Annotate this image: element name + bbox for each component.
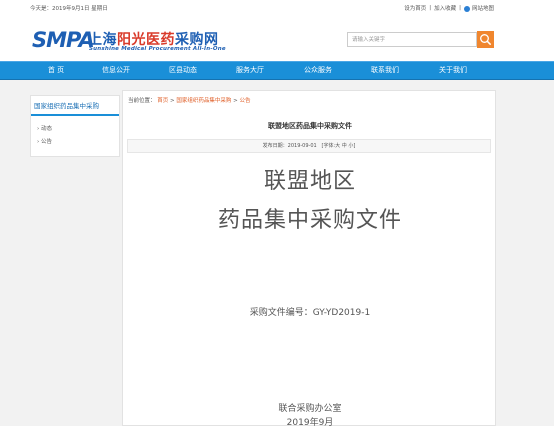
today-date: 今天是：2019年9月1日 星期日 — [30, 6, 108, 12]
add-favorite-link[interactable]: 加入收藏 — [434, 4, 456, 12]
breadcrumb-current[interactable]: 公告 — [240, 98, 251, 104]
sidebar: 国家组织药品集中采购 › 动态 › 公告 — [30, 95, 120, 157]
font-large-button[interactable]: 大 — [335, 143, 340, 149]
sidebar-item-label: 动态 — [40, 126, 52, 132]
document-number: 采购文件编号：GY-YD2019-1 — [249, 308, 371, 318]
document-heading-line1: 联盟地区 — [263, 169, 356, 194]
search-input[interactable]: 请输入关键字 — [347, 32, 477, 47]
nav-item-service-hall[interactable]: 服务大厅 — [220, 62, 280, 79]
breadcrumb-prefix: 当前位置： — [128, 98, 156, 104]
publish-date: 发布日期：2019-09-01 — [262, 143, 317, 149]
site-header: SMPA 上海阳光医药采购网 Sunshine Medical Procurem… — [0, 22, 554, 60]
nav-item-contact[interactable]: 联系我们 — [355, 62, 415, 79]
nav-item-home[interactable]: 首 页 — [26, 62, 86, 79]
separator: | — [429, 5, 432, 11]
sidebar-item-label: 公告 — [40, 139, 52, 145]
breadcrumb-sep: > — [170, 98, 175, 104]
nav-item-district-news[interactable]: 区县动态 — [153, 62, 213, 79]
globe-icon — [463, 5, 470, 12]
sidebar-item-announcement[interactable]: › 公告 — [37, 137, 52, 145]
sidebar-title: 国家组织药品集中采购 — [31, 96, 119, 116]
article-panel: 当前位置： 首页 > 国家组织药品集中采购 > 公告 联盟地区药品集中采购文件 … — [122, 90, 496, 428]
sidebar-item-news[interactable]: › 动态 — [37, 124, 52, 132]
search-icon — [480, 34, 491, 45]
font-medium-button[interactable]: 中 — [342, 143, 347, 149]
font-size-close: ] — [353, 143, 356, 149]
breadcrumb: 当前位置： 首页 > 国家组织药品集中采购 > 公告 — [128, 96, 251, 104]
top-info-bar: 今天是：2019年9月1日 星期日 设为首页 | 加入收藏 | 网站地图 — [0, 0, 554, 14]
nav-item-public-service[interactable]: 公众服务 — [288, 62, 348, 79]
top-links: 设为首页 | 加入收藏 | 网站地图 — [404, 4, 494, 12]
logo-english-subtitle: Sunshine Medical Procurement All-In-One — [89, 46, 226, 52]
sitemap-label: 网站地图 — [471, 6, 494, 12]
document-heading-line2: 药品集中采购文件 — [217, 208, 402, 233]
document-date: 2019年9月 — [286, 418, 334, 428]
separator: | — [459, 5, 461, 11]
nav-item-info-public[interactable]: 信息公开 — [86, 62, 146, 79]
search-button[interactable] — [477, 31, 494, 48]
issuing-office: 联合采购办公室 — [278, 404, 342, 414]
set-home-link[interactable]: 设为首页 — [404, 4, 426, 12]
logo-smpa[interactable]: SMPA — [32, 28, 95, 52]
breadcrumb-sep: > — [233, 98, 238, 104]
nav-item-about[interactable]: 关于我们 — [423, 62, 483, 79]
breadcrumb-home[interactable]: 首页 — [157, 98, 168, 104]
article-title: 联盟地区药品集中采购文件 — [268, 122, 352, 130]
font-size-label: [字体: — [321, 143, 336, 149]
breadcrumb-section[interactable]: 国家组织药品集中采购 — [176, 98, 231, 104]
article-meta: 发布日期：2019-09-01 [字体:大 中 小] — [127, 139, 491, 153]
main-nav: 首 页 信息公开 区县动态 服务大厅 公众服务 联系我们 关于我们 — [0, 61, 554, 80]
sitemap-link[interactable]: 网站地图 — [463, 4, 494, 12]
